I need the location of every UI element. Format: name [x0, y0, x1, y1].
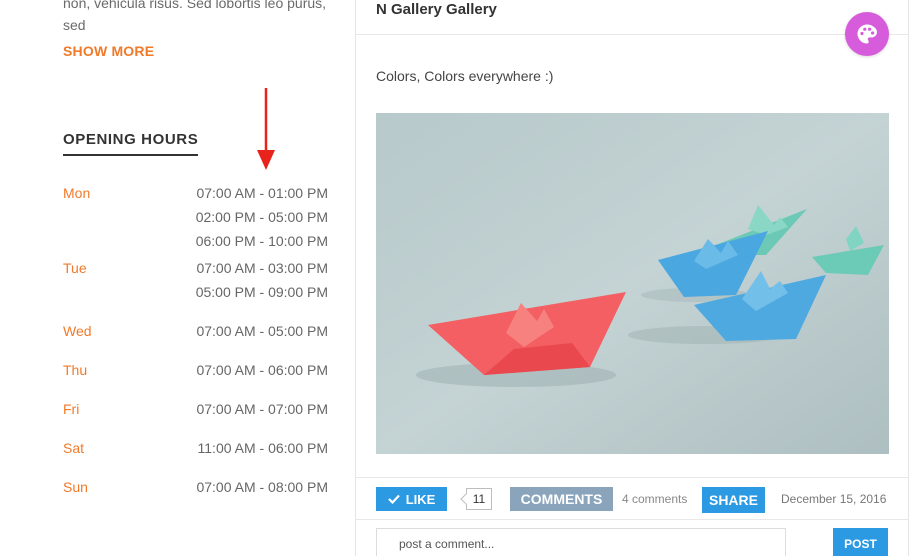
- time-range: 06:00 PM - 10:00 PM: [195, 233, 328, 249]
- sidebar: non, vehicula risus. Sed lobortis leo pu…: [0, 0, 355, 556]
- opening-hours-table: Mon 07:00 AM - 01:00 PM 02:00 PM - 05:00…: [63, 184, 328, 517]
- show-more-link[interactable]: SHOW MORE: [63, 43, 154, 59]
- time-range: 07:00 AM - 07:00 PM: [196, 401, 328, 417]
- time-range: 07:00 AM - 08:00 PM: [196, 479, 328, 495]
- palette-icon: [857, 24, 877, 44]
- time-range: 07:00 AM - 03:00 PM: [196, 260, 328, 276]
- day-times: 07:00 AM - 01:00 PM 02:00 PM - 05:00 PM …: [196, 184, 328, 259]
- post-header: N Gallery Gallery: [356, 0, 908, 35]
- day-times: 07:00 AM - 05:00 PM: [196, 322, 328, 361]
- hours-row-thu: Thu 07:00 AM - 06:00 PM: [63, 361, 328, 400]
- time-range: 05:00 PM - 09:00 PM: [195, 284, 328, 300]
- annotation-arrow-icon: [257, 88, 275, 170]
- palette-button[interactable]: [845, 12, 889, 56]
- comments-button[interactable]: COMMENTS: [510, 487, 613, 511]
- hours-row-wed: Wed 07:00 AM - 05:00 PM: [63, 322, 328, 361]
- day-name: Fri: [63, 401, 80, 417]
- day-name: Thu: [63, 362, 88, 378]
- comment-input[interactable]: [376, 528, 786, 556]
- check-icon: [387, 494, 400, 504]
- comments-count[interactable]: 4 comments: [622, 492, 687, 506]
- hours-row-mon: Mon 07:00 AM - 01:00 PM 02:00 PM - 05:00…: [63, 184, 328, 259]
- day-times: 11:00 AM - 06:00 PM: [198, 439, 328, 478]
- day-name: Sat: [63, 440, 85, 456]
- time-range: 07:00 AM - 05:00 PM: [196, 323, 328, 339]
- time-range: 07:00 AM - 06:00 PM: [196, 362, 328, 378]
- share-button[interactable]: SHARE: [702, 487, 765, 513]
- hours-row-tue: Tue 07:00 AM - 03:00 PM 05:00 PM - 09:00…: [63, 259, 328, 322]
- opening-hours-title: OPENING HOURS: [63, 131, 199, 156]
- post-text: Colors, Colors everywhere :): [376, 68, 554, 84]
- day-name: Mon: [63, 185, 91, 201]
- time-range: 02:00 PM - 05:00 PM: [195, 209, 328, 225]
- page-edge-divider: [908, 0, 909, 556]
- like-label: LIKE: [405, 491, 436, 507]
- like-button[interactable]: LIKE: [376, 487, 447, 511]
- hours-row-sun: Sun 07:00 AM - 08:00 PM: [63, 478, 328, 517]
- post-title: N Gallery Gallery: [376, 1, 497, 18]
- post-date: December 15, 2016: [781, 492, 887, 506]
- like-count-badge: 11: [466, 488, 492, 510]
- day-times: 07:00 AM - 07:00 PM: [196, 400, 328, 439]
- paper-boats-image: [376, 113, 889, 454]
- day-times: 07:00 AM - 03:00 PM 05:00 PM - 09:00 PM: [196, 259, 328, 322]
- time-range: 11:00 AM - 06:00 PM: [197, 440, 328, 456]
- post-actions-bar: LIKE 11 COMMENTS 4 comments SHARE Decemb…: [356, 477, 908, 520]
- day-name: Sun: [63, 479, 88, 495]
- gallery-post: N Gallery Gallery Colors, Colors everywh…: [356, 0, 910, 556]
- day-name: Wed: [63, 323, 92, 339]
- day-times: 07:00 AM - 06:00 PM: [196, 361, 328, 400]
- hours-row-fri: Fri 07:00 AM - 07:00 PM: [63, 400, 328, 439]
- post-comment-button[interactable]: POST: [833, 528, 888, 556]
- time-range: 07:00 AM - 01:00 PM: [196, 185, 328, 201]
- post-image[interactable]: [376, 113, 889, 454]
- day-name: Tue: [63, 260, 87, 276]
- about-text: non, vehicula risus. Sed lobortis leo pu…: [63, 0, 327, 33]
- hours-row-sat: Sat 11:00 AM - 06:00 PM: [63, 439, 328, 478]
- day-times: 07:00 AM - 08:00 PM: [196, 478, 328, 517]
